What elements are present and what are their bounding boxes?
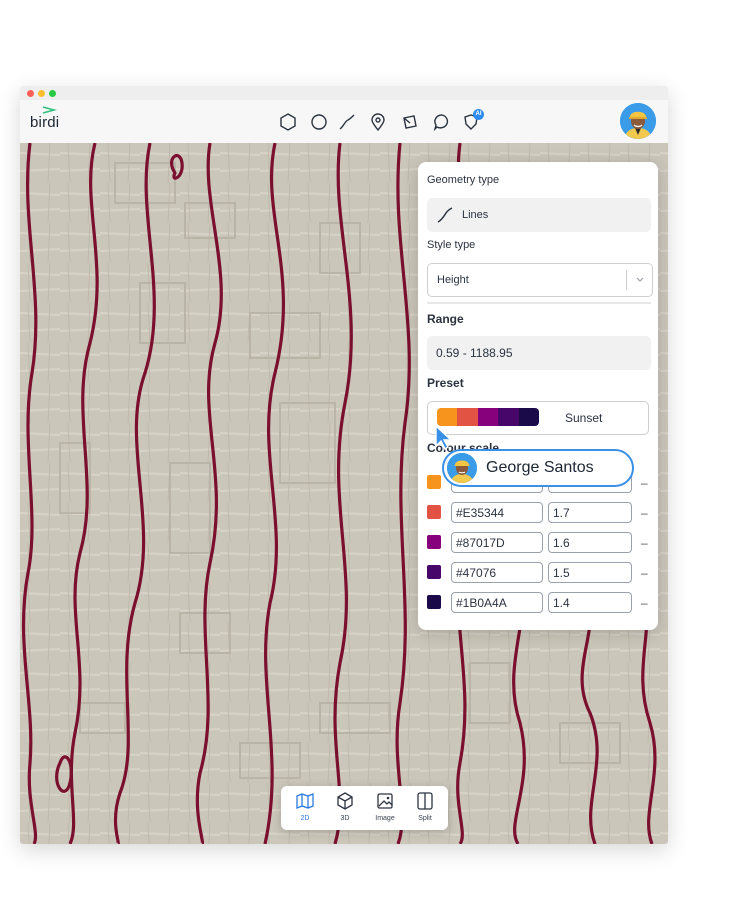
title-bar — [20, 86, 668, 100]
preset-value: Sunset — [565, 411, 603, 425]
ai-tool-button[interactable]: AI — [461, 109, 484, 132]
comment-icon — [433, 114, 449, 132]
style-type-value: Height — [437, 274, 469, 286]
cube-icon — [337, 792, 353, 810]
geometry-type-field[interactable]: Lines — [427, 198, 651, 232]
app-header: birdi AI — [20, 100, 668, 144]
colour-swatch[interactable] — [427, 595, 441, 609]
split-icon — [417, 792, 433, 810]
maximize-window-dot[interactable] — [49, 90, 56, 97]
circle-icon — [311, 114, 327, 130]
view-2d-button[interactable]: 2D — [288, 791, 322, 827]
pin-icon — [371, 113, 385, 132]
worker-avatar-icon — [620, 103, 656, 139]
remove-colour-button[interactable]: – — [641, 476, 648, 490]
cursor-arrow-icon — [435, 424, 453, 450]
colour-value-input[interactable]: 1.4 — [548, 592, 632, 613]
comment-tool-button[interactable] — [432, 112, 452, 132]
style-type-select[interactable]: Height — [427, 263, 653, 297]
colour-swatch[interactable] — [427, 565, 441, 579]
view-image-label: Image — [375, 815, 395, 822]
line-tool-button[interactable] — [337, 112, 357, 132]
minimize-window-dot[interactable] — [38, 90, 45, 97]
remove-colour-button[interactable]: – — [641, 536, 648, 550]
view-split-label: Split — [418, 815, 432, 822]
remove-colour-button[interactable]: – — [641, 506, 648, 520]
range-label: Range — [427, 312, 464, 326]
preset-select[interactable]: Sunset — [427, 401, 649, 435]
line-icon — [339, 114, 355, 130]
user-avatar[interactable] — [620, 103, 656, 139]
view-image-button[interactable]: Image — [368, 791, 402, 827]
polygon-icon — [280, 113, 296, 131]
polygon-tool-button[interactable] — [278, 112, 298, 132]
circle-tool-button[interactable] — [309, 112, 329, 132]
colour-swatch[interactable] — [427, 535, 441, 549]
view-3d-button[interactable]: 3D — [328, 791, 362, 827]
ai-badge: AI — [473, 109, 484, 120]
image-icon — [377, 793, 393, 809]
collaborator-name: George Santos — [486, 459, 594, 476]
style-panel: Geometry type Lines Style type Height Ra… — [418, 162, 658, 630]
line-geometry-icon — [437, 207, 453, 223]
pin-tool-button[interactable] — [368, 112, 388, 132]
colour-value-input[interactable]: 1.5 — [548, 562, 632, 583]
colour-hex-input[interactable]: #87017D — [451, 532, 543, 553]
colour-swatch[interactable] — [427, 475, 441, 489]
colour-hex-input[interactable]: #E35344 — [451, 502, 543, 523]
colour-swatch[interactable] — [427, 505, 441, 519]
worker-avatar-icon — [447, 453, 477, 483]
collaborator-presence-tag: George Santos — [442, 449, 634, 487]
map-icon — [296, 793, 314, 809]
colour-value-input[interactable]: 1.7 — [548, 502, 632, 523]
select-divider — [626, 270, 627, 290]
pen-icon — [403, 115, 417, 129]
pen-tool-button[interactable] — [400, 112, 420, 132]
colour-value-input[interactable]: 1.6 — [548, 532, 632, 553]
view-mode-bar: 2D 3D Image Split — [281, 786, 448, 830]
geometry-type-label: Geometry type — [427, 174, 500, 186]
close-window-dot[interactable] — [27, 90, 34, 97]
collaborator-avatar — [447, 453, 477, 483]
preset-label: Preset — [427, 376, 464, 390]
view-2d-label: 2D — [300, 815, 310, 822]
birdi-logo-mark — [42, 106, 58, 114]
view-3d-label: 3D — [340, 815, 350, 822]
colour-hex-input[interactable]: #47076 — [451, 562, 543, 583]
range-value: 0.59 - 1188.95 — [436, 346, 513, 360]
view-split-button[interactable]: Split — [408, 791, 442, 827]
birdi-logo[interactable]: birdi — [30, 114, 59, 131]
chevron-down-icon — [636, 277, 644, 282]
remove-colour-button[interactable]: – — [641, 566, 648, 580]
style-type-label: Style type — [427, 239, 476, 251]
colour-hex-input[interactable]: #1B0A4A — [451, 592, 543, 613]
range-field[interactable]: 0.59 - 1188.95 — [427, 336, 651, 370]
geometry-type-value: Lines — [462, 209, 489, 221]
remove-colour-button[interactable]: – — [641, 596, 648, 610]
panel-divider — [427, 302, 651, 304]
